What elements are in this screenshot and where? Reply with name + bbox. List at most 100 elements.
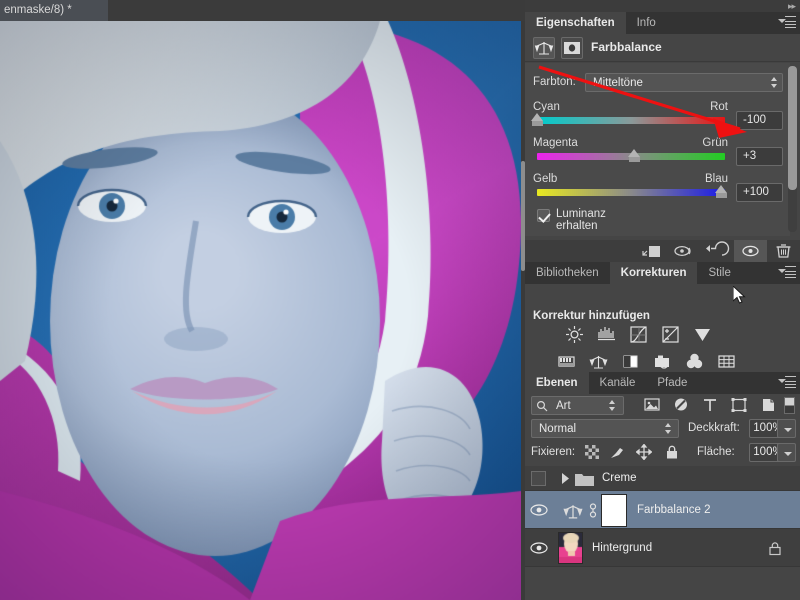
panel-menu-icon[interactable]	[778, 266, 796, 280]
document-image[interactable]	[0, 21, 521, 600]
mouse-pointer-icon	[733, 286, 746, 305]
brightness-contrast-icon[interactable]	[565, 325, 584, 344]
layer-mask-icon[interactable]	[561, 37, 583, 59]
eye-icon[interactable]	[530, 542, 548, 554]
clip-to-layer-icon[interactable]	[635, 240, 668, 262]
folder-icon	[575, 472, 594, 489]
layer-mask-thumbnail[interactable]	[602, 495, 626, 526]
slider-left-label: Cyan	[533, 101, 560, 113]
exposure-icon[interactable]	[661, 325, 680, 344]
adjustments-tabstrip: Bibliotheken Korrekturen Stile	[525, 262, 800, 284]
properties-tabstrip: Eigenschaften Info	[525, 12, 800, 34]
photo-filter-icon[interactable]	[653, 352, 672, 371]
tab-ebenen[interactable]: Ebenen	[525, 372, 589, 394]
color-balance-icon[interactable]	[589, 352, 608, 371]
channel-mixer-icon[interactable]	[685, 352, 704, 371]
adjustment-filter-icon[interactable]	[671, 396, 693, 415]
tab-korrekturen[interactable]: Korrekturen	[610, 262, 698, 284]
right-dock: ▸▸ Eigenschaften Info Farbbalance Farbto…	[525, 0, 800, 600]
slider-track[interactable]	[537, 189, 725, 196]
visibility-toggle[interactable]	[525, 529, 552, 566]
layer-name[interactable]: Creme	[602, 472, 637, 484]
black-white-icon[interactable]	[621, 352, 640, 371]
tab-pfade[interactable]: Pfade	[646, 372, 698, 394]
scrollbar-thumb[interactable]	[788, 66, 797, 190]
delete-trash-icon[interactable]	[767, 240, 800, 262]
reset-icon[interactable]	[701, 240, 734, 262]
tone-select[interactable]: Mitteltöne	[585, 73, 783, 92]
vibrance-icon[interactable]	[693, 325, 712, 344]
layers-panel-footer	[525, 586, 800, 600]
levels-icon[interactable]	[597, 325, 616, 344]
luminance-label: Luminanz erhalten	[556, 208, 606, 232]
filter-stepper-icon[interactable]	[609, 400, 616, 411]
layer-name[interactable]: Farbbalance 2	[637, 504, 711, 516]
layer-row-adjustment[interactable]: Farbbalance 2	[525, 491, 800, 529]
layer-row-group[interactable]: Creme	[525, 466, 800, 491]
lock-pixels-icon[interactable]	[609, 444, 626, 461]
slider-left-label: Magenta	[533, 137, 578, 149]
tone-stepper-icon[interactable]	[771, 77, 778, 88]
slider-right-label: Rot	[710, 101, 728, 113]
layer-row-background[interactable]: Hintergrund	[525, 529, 800, 567]
mask-link-icon[interactable]	[588, 503, 598, 521]
slider-handle[interactable]	[715, 185, 728, 198]
layer-name[interactable]: Hintergrund	[592, 542, 652, 554]
lock-position-icon[interactable]	[636, 444, 653, 461]
lock-all-icon[interactable]	[664, 444, 681, 461]
properties-title: Farbbalance	[591, 40, 662, 54]
slider-value-input[interactable]: -100	[736, 111, 783, 130]
properties-scrollbar[interactable]	[788, 66, 797, 232]
slider-handle[interactable]	[531, 113, 544, 126]
color-balance-thumbnail-icon[interactable]	[563, 501, 583, 524]
blend-mode-row: Normal Deckkraft: 100%	[525, 417, 800, 441]
properties-footer	[525, 240, 800, 262]
group-expand-arrow-icon[interactable]	[561, 473, 570, 487]
layer-thumbnail[interactable]	[558, 532, 583, 564]
slider-value-input[interactable]: +3	[736, 147, 783, 166]
eye-icon[interactable]	[530, 504, 548, 516]
type-filter-icon[interactable]	[700, 396, 722, 415]
visibility-toggle[interactable]	[525, 491, 552, 528]
document-tab[interactable]: enmaske/8) *	[0, 0, 108, 21]
tab-stile[interactable]: Stile	[697, 262, 741, 284]
panel-menu-icon[interactable]	[778, 16, 796, 30]
smartobject-filter-icon[interactable]	[758, 396, 780, 415]
visibility-empty-box[interactable]	[531, 471, 546, 486]
slider-magenta-green: Magenta Grün +3	[533, 137, 783, 171]
dock-collapse-bar[interactable]: ▸▸	[525, 0, 800, 12]
slider-value-input[interactable]: +100	[736, 183, 783, 202]
properties-body: Farbton: Mitteltöne Cyan Rot -100 Magent…	[525, 63, 790, 236]
hue-saturation-icon[interactable]	[557, 352, 576, 371]
shape-filter-icon[interactable]	[729, 396, 751, 415]
filter-enable-toggle[interactable]	[784, 397, 795, 414]
tab-info[interactable]: Info	[626, 12, 667, 34]
opacity-label: Deckkraft:	[688, 422, 740, 434]
layer-filter-row: Art	[525, 394, 800, 417]
opacity-dropdown-arrow[interactable]	[777, 419, 796, 438]
tab-bibliotheken[interactable]: Bibliotheken	[525, 262, 610, 284]
curves-icon[interactable]	[629, 325, 648, 344]
tone-label: Farbton:	[533, 76, 576, 88]
luminance-checkbox[interactable]	[537, 209, 550, 222]
fill-dropdown-arrow[interactable]	[777, 443, 796, 462]
blend-stepper-icon[interactable]	[665, 423, 672, 434]
visibility-eye-icon[interactable]	[734, 240, 767, 262]
collapse-panels-icon[interactable]: ▸▸	[788, 1, 795, 12]
blend-mode-select[interactable]: Normal	[531, 419, 679, 438]
preview-toggle-icon[interactable]	[668, 240, 701, 262]
tab-eigenschaften[interactable]: Eigenschaften	[525, 12, 626, 34]
pixel-filter-icon[interactable]	[642, 396, 664, 415]
slider-handle[interactable]	[628, 149, 641, 162]
lock-row: Fixieren: Fläche: 100%	[525, 441, 800, 465]
properties-panel: Farbbalance Farbton: Mitteltöne Cyan Rot…	[525, 34, 800, 262]
adjustments-row-1	[525, 325, 800, 349]
lock-transparency-icon[interactable]	[584, 444, 601, 461]
visibility-toggle[interactable]	[525, 466, 552, 490]
lock-label: Fixieren:	[531, 446, 575, 458]
color-lookup-icon[interactable]	[717, 352, 736, 371]
document-tab-bar: enmaske/8) *	[0, 0, 525, 21]
panel-menu-icon[interactable]	[778, 376, 796, 390]
tab-kanaele[interactable]: Kanäle	[589, 372, 647, 394]
slider-track[interactable]	[537, 117, 725, 124]
